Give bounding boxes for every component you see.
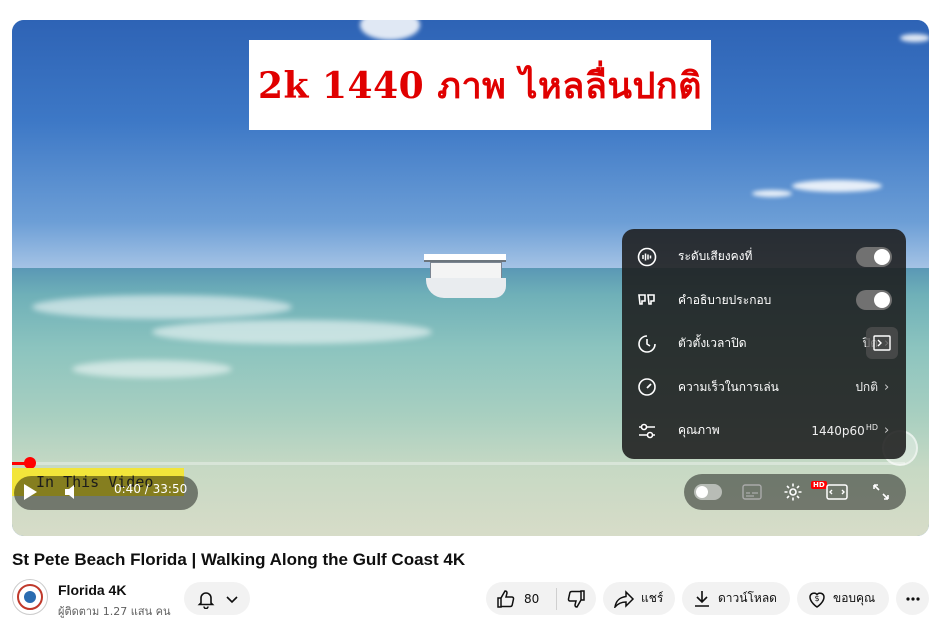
quality-value: 1440p60HD <box>811 423 878 439</box>
more-horizontal-icon <box>905 596 920 601</box>
time-display: 0:40 / 33:50 <box>114 482 188 496</box>
menu-item-playback-speed[interactable]: ความเร็วในการเล่น ปกติ › <box>622 366 906 410</box>
menu-item-annotations[interactable]: คำอธิบายประกอบ <box>622 279 906 323</box>
like-button[interactable]: 80 <box>486 589 556 609</box>
menu-item-stable-volume[interactable]: ระดับเสียงคงที่ <box>622 235 906 279</box>
more-actions-button[interactable] <box>896 582 929 615</box>
theater-mode-button[interactable] <box>822 478 852 506</box>
dislike-button[interactable] <box>557 589 595 609</box>
menu-item-label: คำอธิบายประกอบ <box>678 292 772 307</box>
volume-button[interactable] <box>58 476 88 508</box>
svg-text:$: $ <box>814 594 819 603</box>
share-button[interactable]: แชร์ <box>603 582 675 615</box>
subscriber-count: ผู้ติดตาม 1.27 แสน คน <box>58 605 171 618</box>
video-title: St Pete Beach Florida | Walking Along th… <box>12 550 466 569</box>
settings-button[interactable] <box>778 478 808 506</box>
sleep-timer-icon <box>636 333 658 355</box>
settings-menu: ระดับเสียงคงที่ คำอธิบายประกอบ ตัวตั้งเว… <box>622 229 906 459</box>
cloud <box>752 190 792 197</box>
subtitles-button[interactable] <box>737 478 767 506</box>
like-count: 80 <box>524 591 540 606</box>
menu-item-sleep-timer[interactable]: ตัวตั้งเวลาปิด ปิด › <box>622 322 906 366</box>
cloud <box>900 34 929 42</box>
boat <box>422 248 510 300</box>
annotations-toggle[interactable] <box>856 290 892 311</box>
menu-item-label: คุณภาพ <box>678 423 720 438</box>
thanks-button[interactable]: $ ขอบคุณ <box>797 582 889 615</box>
chevron-right-icon: › <box>884 379 890 395</box>
water-glint <box>72 360 232 378</box>
quality-hd-badge: HD <box>865 423 878 433</box>
subtitles-icon <box>742 484 762 500</box>
like-dislike-group: 80 <box>486 582 596 615</box>
thumbs-up-icon <box>497 589 515 608</box>
overlay-title-text: 2k 1440 ภาพ ไหลลื่นปกติ <box>257 64 703 107</box>
bell-icon <box>197 591 215 609</box>
download-icon <box>695 590 709 607</box>
playback-speed-icon <box>636 376 658 398</box>
stable-volume-toggle[interactable] <box>856 246 892 267</box>
progress-bar[interactable] <box>12 457 905 469</box>
channel-avatar[interactable] <box>12 579 48 615</box>
play-button[interactable] <box>14 476 46 508</box>
volume-icon <box>65 485 74 499</box>
chevron-down-icon <box>226 595 238 603</box>
gear-icon <box>784 483 802 501</box>
fullscreen-icon <box>873 484 889 500</box>
captions-icon <box>636 289 658 311</box>
theater-icon <box>826 484 848 500</box>
miniplayer-icon[interactable] <box>866 327 898 359</box>
water-glint <box>152 320 432 344</box>
autoplay-toggle[interactable] <box>694 484 722 500</box>
thumbs-down-icon <box>567 589 585 608</box>
menu-item-label: ความเร็วในการเล่น <box>678 379 779 394</box>
super-thanks-icon: $ <box>809 591 825 608</box>
channel-name[interactable]: Florida 4K <box>58 582 126 598</box>
play-icon <box>24 484 37 500</box>
menu-item-label: ตัวตั้งเวลาปิด <box>678 336 747 351</box>
florida-seal-icon <box>17 584 43 610</box>
menu-item-quality[interactable]: คุณภาพ 1440p60HD › <box>622 409 906 453</box>
quality-sliders-icon <box>636 420 658 442</box>
playback-speed-value: ปกติ <box>855 379 878 394</box>
chevron-right-icon: › <box>884 423 890 439</box>
share-icon <box>614 589 635 608</box>
overlay-title-banner: 2k 1440 ภาพ ไหลลื่นปกติ <box>249 40 711 130</box>
share-label: แชร์ <box>641 591 664 605</box>
notification-bell-button[interactable] <box>184 582 250 615</box>
cloud <box>792 180 882 192</box>
download-button[interactable]: ดาวน์โหลด <box>682 582 790 615</box>
menu-item-label: ระดับเสียงคงที่ <box>678 249 753 264</box>
stable-volume-icon <box>636 246 658 268</box>
fullscreen-button[interactable] <box>866 478 896 506</box>
water-glint <box>32 295 292 319</box>
download-label: ดาวน์โหลด <box>718 591 777 605</box>
thanks-label: ขอบคุณ <box>833 591 876 605</box>
